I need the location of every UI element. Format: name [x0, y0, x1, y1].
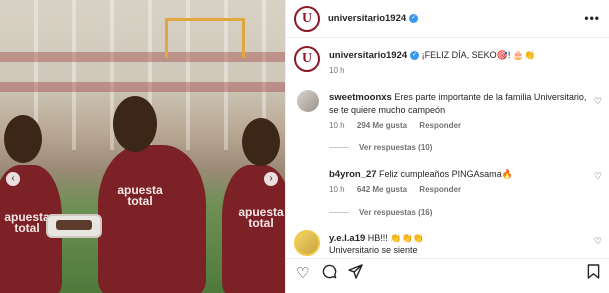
comment-meta: 10 h 642 Me gusta Responder: [329, 185, 471, 194]
post-actions-bar: ♡: [286, 258, 609, 293]
post-photo[interactable]: apuesta total apuesta total apuesta tota…: [0, 0, 285, 293]
comment-body: sweetmoonxs Eres parte importante de la …: [329, 91, 591, 116]
player-right-head: [242, 118, 280, 166]
verified-badge-icon: ✓: [409, 14, 419, 24]
share-icon[interactable]: [348, 264, 363, 283]
comment-text-line2: Universitario se siente: [329, 245, 418, 255]
account-avatar[interactable]: U: [294, 6, 320, 32]
bookmark-svg: [587, 264, 600, 279]
player-center-head: [113, 96, 157, 152]
comment-meta: 10 h 294 Me gusta Responder: [329, 121, 471, 130]
comment-like-heart-icon[interactable]: ♡: [594, 236, 602, 247]
comment-time: 10 h: [329, 185, 345, 194]
more-options-icon[interactable]: •••: [584, 11, 600, 25]
comment-username[interactable]: y.e.l.a19: [329, 233, 365, 244]
commenter-avatar[interactable]: [297, 166, 319, 188]
shirt-text-center: apuesta total: [117, 183, 163, 208]
post-side-panel: U universitario1924 ✓ ••• U universitario…: [285, 0, 609, 293]
verified-badge-icon: ✓: [410, 51, 420, 61]
comment-like-heart-icon[interactable]: ♡: [594, 96, 602, 107]
caption-username[interactable]: universitario1924: [329, 50, 407, 61]
share-svg: [348, 264, 363, 279]
carousel-next-icon[interactable]: ›: [264, 172, 278, 186]
post-header: U universitario1924 ✓ •••: [286, 0, 609, 38]
commenter-avatar[interactable]: [294, 230, 320, 256]
comment-time: 10 h: [329, 121, 345, 130]
comment-username[interactable]: sweetmoonxs: [329, 92, 392, 103]
comment-body: b4yron_27 Feliz cumpleaños PINGAsama🔥: [329, 168, 591, 181]
comment-text: HB!!! 👏👏👏: [367, 233, 424, 243]
comment-likes[interactable]: 642 Me gusta: [357, 185, 407, 194]
bookmark-icon[interactable]: [587, 264, 600, 283]
caption-text: ¡FELIZ DÍA, SEKO🎯! 🎂👏: [421, 50, 536, 60]
shirt-text-right: apuesta total: [238, 205, 284, 230]
comment-icon[interactable]: [322, 264, 337, 283]
like-heart-icon[interactable]: ♡: [296, 264, 309, 282]
carousel-prev-icon[interactable]: ‹: [6, 172, 20, 186]
header-user: universitario1924 ✓: [328, 13, 419, 24]
goal-frame: [165, 18, 245, 58]
caption-time: 10 h: [329, 66, 345, 75]
comment-reply-button[interactable]: Responder: [419, 121, 461, 130]
commenter-avatar[interactable]: [297, 90, 319, 112]
player-center: [98, 145, 206, 293]
player-left-head: [4, 115, 42, 163]
comment-bubble-svg: [322, 264, 337, 279]
comment-text: Feliz cumpleaños PINGAsama🔥: [379, 169, 513, 179]
view-replies-button[interactable]: Ver respuestas (16): [329, 208, 432, 217]
view-replies-button[interactable]: Ver respuestas (10): [329, 143, 432, 152]
birthday-cake: [46, 214, 102, 238]
header-username[interactable]: universitario1924: [328, 13, 406, 24]
comment-reply-button[interactable]: Responder: [419, 185, 461, 194]
comment-like-heart-icon[interactable]: ♡: [594, 171, 602, 182]
comment-likes[interactable]: 294 Me gusta: [357, 121, 407, 130]
shirt-text-left: apuesta total: [4, 210, 50, 235]
caption-avatar[interactable]: U: [294, 46, 320, 72]
stand-row: [0, 82, 285, 92]
comment-username[interactable]: b4yron_27: [329, 169, 377, 180]
caption-line: universitario1924 ✓ ¡FELIZ DÍA, SEKO🎯! 🎂👏: [329, 49, 535, 62]
